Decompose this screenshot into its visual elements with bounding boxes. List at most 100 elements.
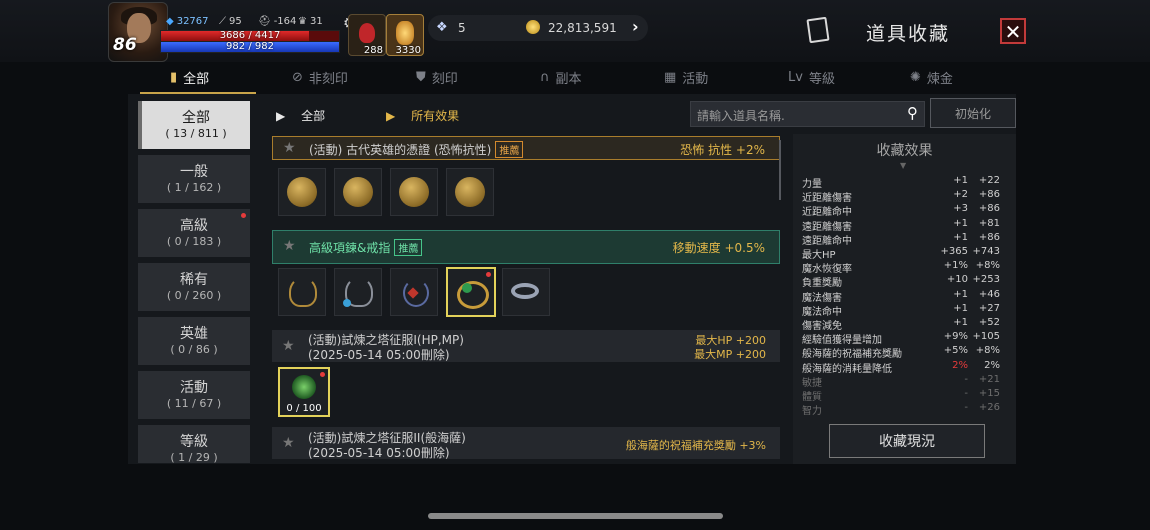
favorite-star-icon[interactable]: ★ xyxy=(283,140,296,156)
collection-item-slot[interactable] xyxy=(502,268,550,316)
effect-name: 最大HP xyxy=(802,250,836,261)
collection-item-slot[interactable] xyxy=(446,168,494,216)
collection-item-slot[interactable] xyxy=(390,168,438,216)
collection-item-slot[interactable] xyxy=(390,268,438,316)
search-input[interactable]: 請輸入道具名稱. ⚲ xyxy=(690,101,925,127)
category-rare-count: ( 0 / 260 ) xyxy=(166,289,222,302)
category-level[interactable]: 等級 ( 1 / 29 ) xyxy=(138,425,250,463)
effect-total-value: +22 xyxy=(978,175,1000,186)
tab-alchemy[interactable]: ✺ 煉金 xyxy=(910,62,953,92)
stat-attack: ⟋ 95 xyxy=(219,16,242,27)
stat-attack-value: 95 xyxy=(229,16,242,27)
collection-list[interactable]: ★ (活動) 古代英雄的憑證 (恐怖抗性) 推薦 恐怖 抗性 +2% ★ 高級項鍊… xyxy=(268,134,783,460)
stat-trophy-value: 31 xyxy=(309,16,323,27)
tab-event-label: 活動 xyxy=(682,71,709,87)
effect-current-value: - xyxy=(964,388,968,399)
type-filter-dropdown[interactable]: ▶ 全部 xyxy=(276,107,325,124)
category-all[interactable]: 全部 ( 13 / 811 ) xyxy=(138,101,250,149)
tab-event[interactable]: ▦ 活動 xyxy=(664,62,708,92)
effect-filter-dropdown[interactable]: ▶ 所有效果 xyxy=(386,107,459,124)
category-event[interactable]: 活動 ( 11 / 67 ) xyxy=(138,371,250,419)
effect-name: 經驗值獲得量增加 xyxy=(802,335,882,347)
effect-name: 近距離命中 xyxy=(802,207,852,219)
collection-row[interactable]: ★ 高級項鍊&戒指 推薦 移動速度 +0.5% xyxy=(272,230,780,264)
currency-expand-chevron-icon[interactable]: › xyxy=(632,17,639,36)
effect-current-value: +2 xyxy=(953,189,968,201)
home-indicator[interactable] xyxy=(428,513,723,519)
recommend-tag: 推薦 xyxy=(495,141,524,158)
effect-total-value: +253 xyxy=(972,274,1000,286)
character-level: 86 xyxy=(113,35,137,55)
collection-status-button[interactable]: 收藏現況 xyxy=(829,424,985,458)
dungeon-icon: ∩ xyxy=(540,69,550,85)
favorite-star-icon[interactable]: ★ xyxy=(283,238,296,254)
collection-row[interactable]: ★ (活動) 古代英雄的憑證 (恐怖抗性) 推薦 恐怖 抗性 +2% xyxy=(272,136,780,160)
stat-defense-value: -164 xyxy=(273,16,297,27)
effect-total-value: +27 xyxy=(978,302,1000,314)
stat-trophy: ♛ 31 xyxy=(298,16,323,27)
effect-row: 近距離命中 +3 +86 xyxy=(802,203,1012,219)
effect-total-value: +8% xyxy=(975,260,1000,272)
trophy-icon: ♛ xyxy=(298,16,307,27)
silver-ring-icon xyxy=(511,283,539,299)
category-tab-bar: ▮ 全部 ⊘ 非刻印 ⛊ 刻印 ∩ 副本 ▦ 活動 Lv 等級 ✺ 煉金 xyxy=(140,62,1033,92)
category-level-count: ( 1 / 29 ) xyxy=(170,451,218,463)
search-icon[interactable]: ⚲ xyxy=(907,104,918,122)
collection-effect: 恐怖 抗性 +2% xyxy=(680,143,765,157)
tab-level-label: 等級 xyxy=(808,71,835,87)
effect-current-value: +1 xyxy=(953,217,968,229)
category-advanced[interactable]: 高級 ( 0 / 183 ) xyxy=(138,209,250,257)
collection-item-slot[interactable] xyxy=(278,168,326,216)
effect-row: 負重獎勵 +10 +253 xyxy=(802,274,1012,289)
category-advanced-name: 高級 xyxy=(180,218,208,234)
effect-row: 近距離傷害 +2 +86 xyxy=(802,189,1012,204)
effect-current-value: +9% xyxy=(943,331,968,343)
stat-defense: ⛑ -164 xyxy=(258,16,296,27)
tab-level[interactable]: Lv 等級 xyxy=(788,62,835,92)
effect-name: 體質 xyxy=(802,392,822,403)
effect-current-value: +1% xyxy=(943,260,968,272)
favorite-star-icon[interactable]: ★ xyxy=(282,338,295,354)
item-progress-count: 0 / 100 xyxy=(286,403,322,414)
collection-item-slot-selected[interactable]: 0 / 100 xyxy=(278,367,330,417)
quick-slot-potion[interactable]: 288 xyxy=(348,14,386,56)
gold-coin-icon xyxy=(526,20,540,34)
tab-engraved[interactable]: ⛊ 刻印 xyxy=(416,62,458,92)
reset-button[interactable]: 初始化 xyxy=(930,98,1016,128)
mp-text: 982 / 982 xyxy=(226,41,274,52)
effect-current-value: +10 xyxy=(946,274,968,286)
list-scrollbar[interactable] xyxy=(779,140,781,200)
collection-item-slot[interactable] xyxy=(334,268,382,316)
collection-row[interactable]: ★ (活動)試煉之塔征服II(般海薩) (2025-05-14 05:00刪除)… xyxy=(272,427,780,460)
quick-slot-scroll[interactable]: 3330 xyxy=(386,14,424,56)
play-arrow-icon: ▶ xyxy=(276,109,286,123)
effect-row: 遠距離傷害 +1 +81 xyxy=(802,217,1012,233)
tab-all-label: 全部 xyxy=(183,71,210,87)
search-placeholder: 請輸入道具名稱. xyxy=(697,109,785,123)
favorite-star-icon[interactable]: ★ xyxy=(282,435,295,451)
category-all-count: ( 13 / 811 ) xyxy=(165,127,227,140)
tab-all[interactable]: ▮ 全部 xyxy=(170,62,209,92)
effect-total-value: 2% xyxy=(984,359,1000,371)
effect-row: 傷害減免 +1 +52 xyxy=(802,317,1012,332)
type-filter-value: 全部 xyxy=(301,109,326,123)
effect-row: 魔法傷害 +1 +46 xyxy=(802,289,1012,304)
collection-item-slot-selected[interactable] xyxy=(446,267,496,317)
collection-row[interactable]: ★ (活動)試煉之塔征服I(HP,MP) (2025-05-14 05:00刪除… xyxy=(272,330,780,362)
level-icon: Lv xyxy=(788,69,803,85)
effect-row: 般海薩的消耗量降低 2% 2% xyxy=(802,359,1012,375)
close-button[interactable]: ✕ xyxy=(1000,18,1026,44)
effect-name: 力量 xyxy=(802,179,822,190)
effect-total-value: +15 xyxy=(978,388,1000,399)
category-hero[interactable]: 英雄 ( 0 / 86 ) xyxy=(138,317,250,365)
alchemy-icon: ✺ xyxy=(910,69,921,85)
collection-item-slot[interactable] xyxy=(278,268,326,316)
collection-item-slot[interactable] xyxy=(334,168,382,216)
tab-dungeon[interactable]: ∩ 副本 xyxy=(540,62,582,92)
category-rare[interactable]: 稀有 ( 0 / 260 ) xyxy=(138,263,250,311)
effect-name: 魔水恢復率 xyxy=(802,264,852,276)
gift-icon: ▦ xyxy=(664,69,677,85)
effect-current-value: +1 xyxy=(953,231,968,243)
tab-non-engraved[interactable]: ⊘ 非刻印 xyxy=(292,62,348,92)
category-normal[interactable]: 一般 ( 1 / 162 ) xyxy=(138,155,250,203)
